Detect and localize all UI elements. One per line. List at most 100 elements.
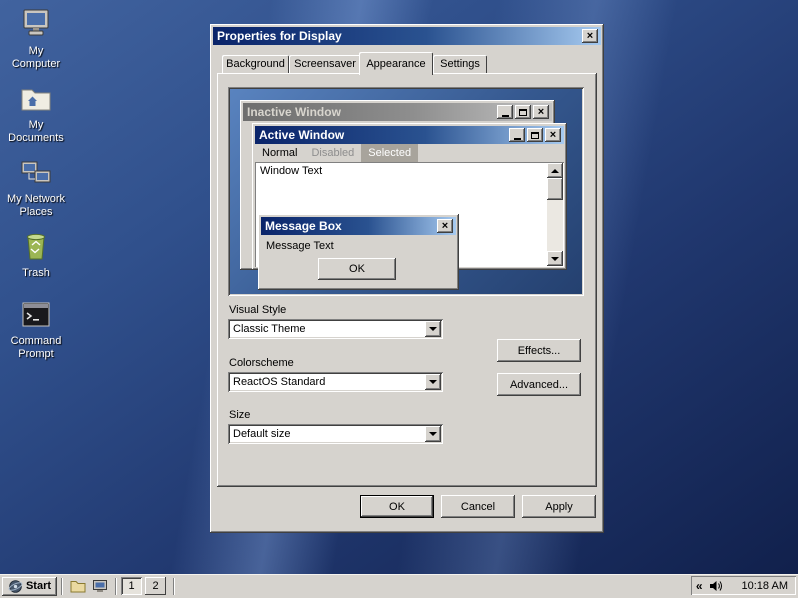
preview-message-box: Message Box × Message Text OK [258,214,459,290]
menu-item-disabled: Disabled [311,147,355,159]
trash-icon [27,233,45,260]
size-label: Size [229,409,251,421]
chevron-down-icon [429,327,437,331]
start-label: Start [25,580,52,592]
colorscheme-label: Colorscheme [229,357,294,369]
close-icon: × [549,129,557,141]
inactive-window-title: Inactive Window [247,105,341,119]
inactive-window-titlebar: Inactive Window × [243,103,552,121]
close-icon: × [586,30,594,42]
apply-button[interactable]: Apply [522,495,596,518]
pager-label: 2 [152,580,159,592]
message-box-text: Message Text [266,240,334,252]
button-label: Cancel [460,500,496,513]
pager-label: 1 [128,580,135,592]
desktop-icon-command-prompt[interactable]: Command Prompt [4,300,68,361]
scroll-up-icon [551,168,559,173]
visual-style-label: Visual Style [229,304,287,316]
show-desktop-icon [93,580,107,592]
desktop-pager-button-2[interactable]: 2 [145,577,166,595]
size-dropdown-button[interactable] [425,426,441,442]
tab-label: Settings [440,58,480,70]
visual-style-combobox[interactable]: Classic Theme [228,319,443,339]
maximize-icon [531,131,539,139]
tab-appearance[interactable]: Appearance [359,52,433,75]
taskbar-separator [173,577,175,595]
appearance-preview: Inactive Window × Active Window × Normal… [228,87,584,296]
colorscheme-dropdown-button[interactable] [425,374,441,390]
start-button[interactable]: Start [2,576,57,596]
tab-settings[interactable]: Settings [433,55,487,73]
minimize-button [509,128,525,142]
maximize-button [515,105,531,119]
display-properties-dialog: Properties for Display × Background Scre… [210,24,604,533]
tab-label: Screensaver [294,58,356,70]
button-label: Effects... [517,344,561,357]
tab-background[interactable]: Background [222,55,289,73]
close-icon: × [441,220,449,232]
scroll-down-button [547,251,563,266]
close-button: × [437,219,453,233]
close-button: × [533,105,549,119]
active-window-title: Active Window [259,128,345,142]
desktop-icon-label: My Computer [11,45,61,70]
visual-style-dropdown-button[interactable] [425,321,441,337]
scroll-down-icon [551,256,559,261]
maximize-button [527,128,543,142]
colorscheme-value: ReactOS Standard [233,376,326,388]
cancel-button[interactable]: Cancel [441,495,515,518]
close-icon: × [537,106,545,118]
button-label: OK [349,263,365,275]
tab-label: Appearance [366,57,426,70]
desktop-icon-label: My Documents [8,119,64,144]
advanced-button[interactable]: Advanced... [497,373,581,396]
dialog-titlebar[interactable]: Properties for Display × [213,27,601,45]
desktop-icon-my-documents[interactable]: My Documents [4,84,68,145]
menu-item-selected: Selected [361,144,419,162]
button-label: Advanced... [509,378,569,391]
preview-scrollbar [547,163,563,266]
tab-label: Background [226,58,285,70]
effects-button[interactable]: Effects... [497,339,581,362]
chevron-down-icon [429,432,437,436]
desktop-icon-label: Command Prompt [10,335,62,360]
window-text: Window Text [260,165,323,177]
close-button: × [545,128,561,142]
visual-style-value: Classic Theme [233,323,306,335]
colorscheme-combobox[interactable]: ReactOS Standard [228,372,443,392]
quicklaunch-show-desktop-button[interactable] [89,577,111,596]
dialog-title: Properties for Display [217,29,342,43]
tray-collapse-chevron-icon[interactable]: « [696,580,703,592]
reactos-logo-icon [8,579,23,593]
dialog-close-button[interactable]: × [582,29,598,43]
taskbar-clock: 10:18 AM [741,579,788,592]
preview-menubar: Normal Disabled Selected [255,144,564,162]
desktop-icon-my-computer[interactable]: My Computer [4,8,68,71]
desktop-pager-button-1[interactable]: 1 [121,577,142,595]
ok-button[interactable]: OK [360,495,434,518]
my-network-places-icon [21,161,51,183]
command-prompt-icon [22,302,50,327]
quicklaunch-explorer-button[interactable] [67,577,89,596]
minimize-icon [501,115,509,117]
tab-screensaver[interactable]: Screensaver [289,55,361,73]
scrollbar-thumb [547,178,563,200]
my-documents-icon [21,89,51,111]
system-tray: « 10:18 AM [691,576,796,595]
my-computer-icon [23,9,49,36]
desktop-icon-label: My Network Places [6,193,66,218]
message-box-title: Message Box [265,219,342,233]
desktop-icon-my-network-places[interactable]: My Network Places [4,158,68,219]
volume-icon[interactable] [709,579,724,593]
folder-icon [70,581,86,593]
minimize-button [497,105,513,119]
maximize-icon [519,108,527,116]
desktop-icon-trash[interactable]: Trash [4,230,68,280]
size-combobox[interactable]: Default size [228,424,443,444]
scroll-up-button [547,163,563,178]
button-label: OK [389,500,405,513]
size-value: Default size [233,428,291,440]
minimize-icon [513,138,521,140]
active-window-titlebar: Active Window × [255,126,564,144]
taskbar-separator [61,577,63,595]
